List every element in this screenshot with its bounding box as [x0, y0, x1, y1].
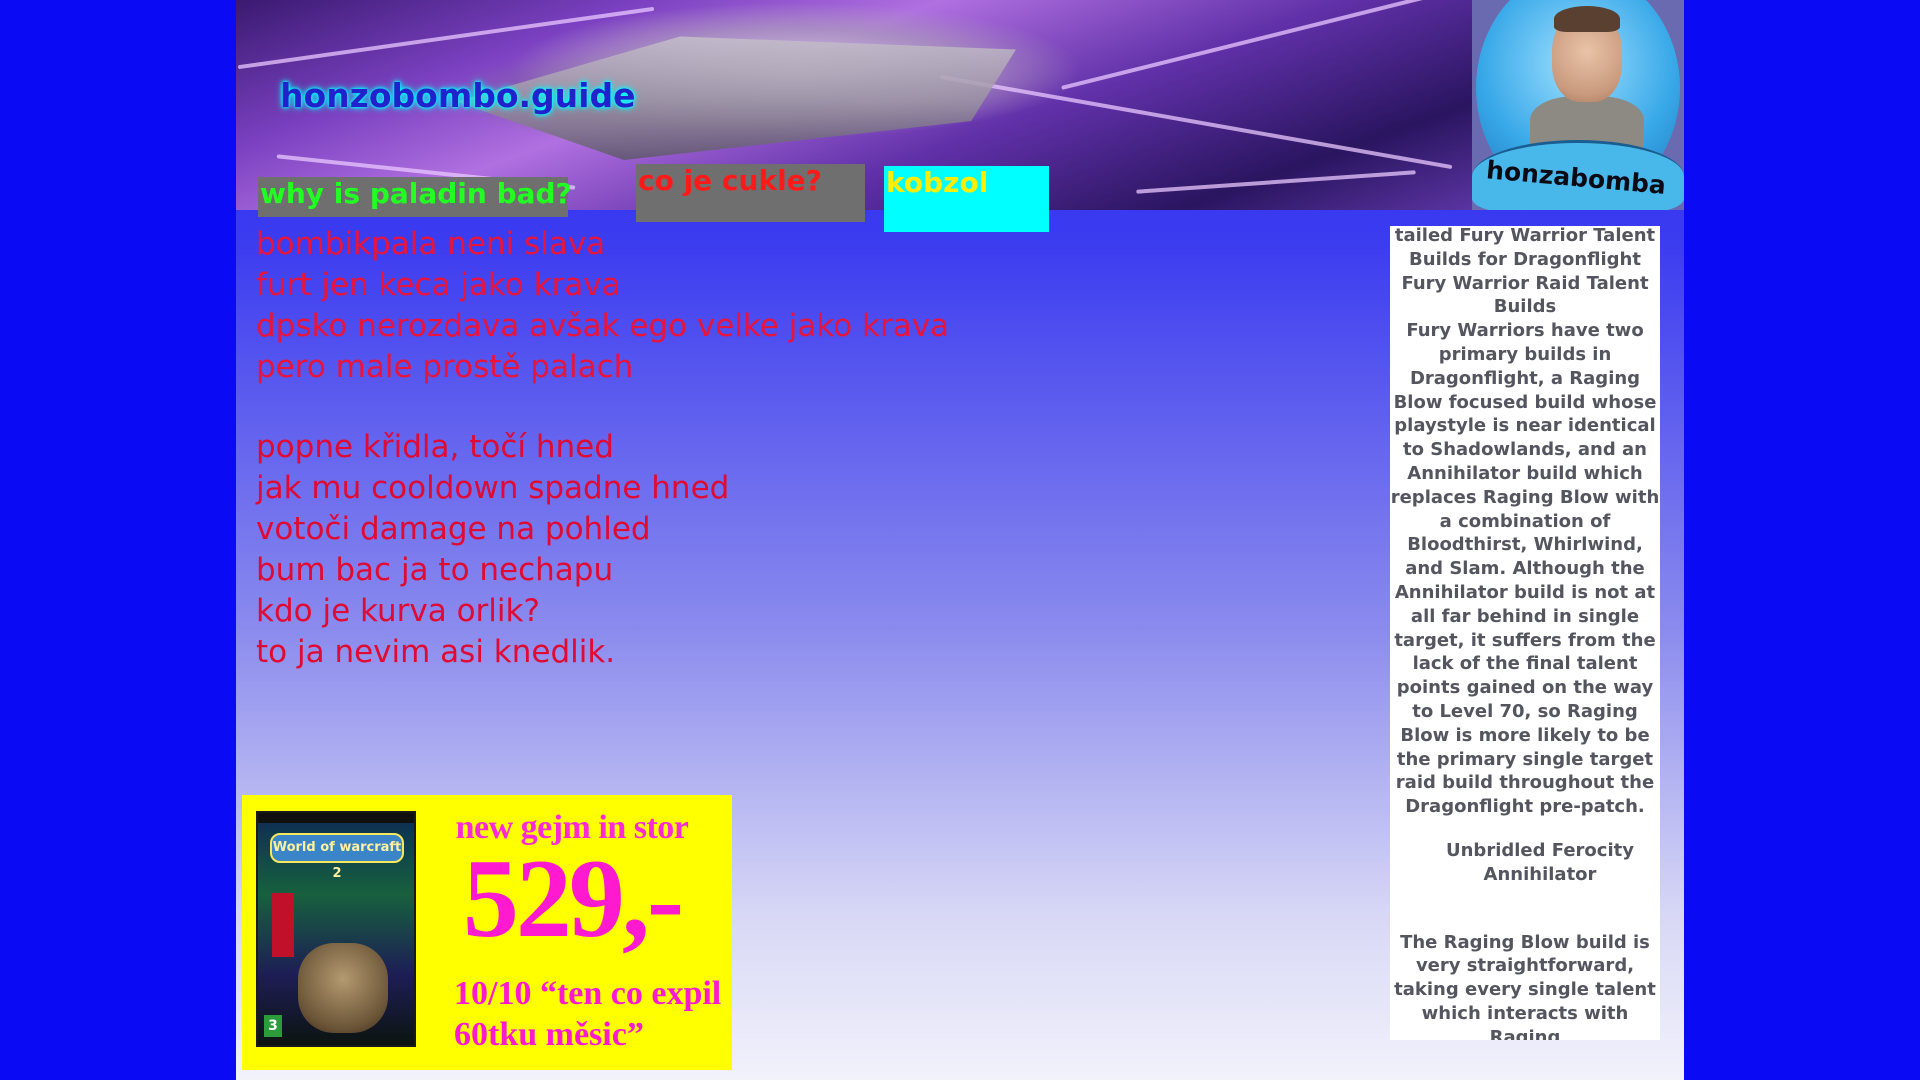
poem-line: pero male prostě palach	[256, 349, 634, 385]
poem-line: jak mu cooldown spadne hned	[256, 470, 730, 506]
poem-line: popne křidla, točí hned	[256, 429, 614, 465]
article-subheading: Fury Warrior Raid Talent Builds	[1401, 272, 1649, 318]
poem-line: kdo je kurva orlik?	[256, 593, 540, 629]
poem-line: to ja nevim asi knedlik.	[256, 634, 616, 670]
poem-line: bum bac ja to nechapu	[256, 552, 614, 588]
article-paragraph: The Raging Blow build is very straightfo…	[1394, 931, 1656, 1040]
cover-title: World of warcraft 2	[270, 833, 404, 881]
avatar: honzabomba	[1472, 0, 1684, 210]
ad-review-line: 60tku měsic”	[454, 1016, 644, 1053]
side-article: tailed Fury Warrior Talent Builds for Dr…	[1390, 226, 1660, 1040]
article-heading: tailed Fury Warrior Talent Builds for Dr…	[1394, 226, 1656, 270]
poem-stanza-2: popne křidla, točí hned jak mu cooldown …	[256, 427, 949, 673]
article-build-names: Unbridled Ferocity Annihilator	[1446, 839, 1634, 885]
game-ad-banner[interactable]: World of warcraft 2 3 new gejm in stor 5…	[242, 795, 732, 1070]
poem-line: furt jen keca jako krava	[256, 267, 621, 303]
ad-price: 529,-	[462, 837, 684, 961]
poem-line: dpsko nerozdava avšak ego velke jako kra…	[256, 308, 950, 344]
nav-link-paladin[interactable]: why is paladin bad?	[258, 177, 572, 217]
age-rating-badge: 3	[264, 1015, 282, 1037]
site-title[interactable]: honzobombo.guide	[280, 76, 635, 115]
game-cover-image: World of warcraft 2 3	[256, 811, 416, 1047]
nav-link-cukle[interactable]: co je cukle?	[636, 164, 865, 222]
poem: bombikpala neni slava furt jen keca jako…	[256, 224, 949, 673]
article-paragraph: Fury Warriors have two primary builds in…	[1390, 320, 1660, 818]
ad-review-line: 10/10 “ten co expil	[454, 975, 722, 1012]
poem-line: votoči damage na pohled	[256, 511, 651, 547]
ad-review: 10/10 “ten co expil 60tku měsic”	[454, 973, 724, 1055]
nav-link-kobzol[interactable]: kobzol	[884, 166, 1049, 232]
poem-stanza-1: bombikpala neni slava furt jen keca jako…	[256, 224, 949, 388]
poem-line: bombikpala neni slava	[256, 226, 606, 262]
page-content: honzobombo.guide honzabomba why is palad…	[236, 0, 1684, 1080]
